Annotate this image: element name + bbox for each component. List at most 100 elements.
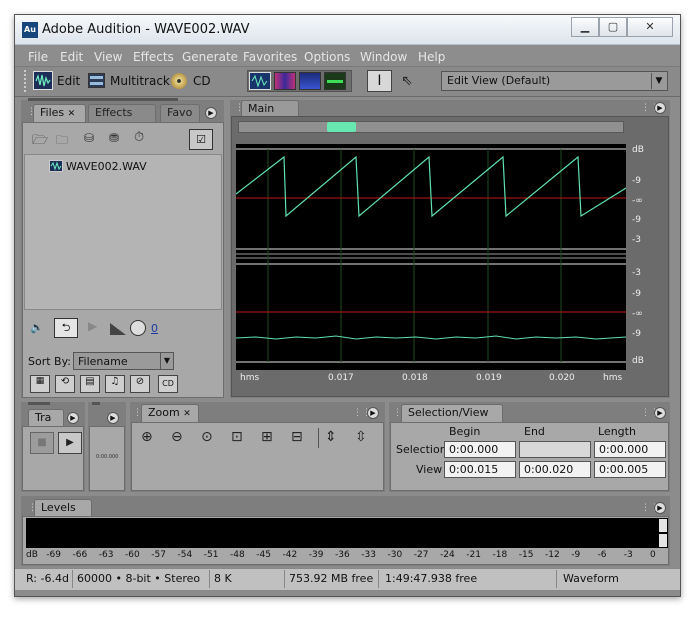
panel-menu-icon[interactable]: ▶ — [654, 102, 666, 114]
panel-menu-icon[interactable]: ▶ — [205, 107, 217, 119]
zoom-in-vertical-icon[interactable]: ⇕ — [325, 429, 337, 445]
zoom-in-icon[interactable]: ⊕ — [141, 429, 153, 445]
tab-transport-label: Tra — [35, 411, 52, 424]
filter-midi-icon[interactable]: ♫ — [105, 375, 125, 393]
panel-menu-icon[interactable]: ▶ — [367, 407, 379, 419]
menu-view[interactable]: View — [94, 50, 122, 64]
spectral-pan-icon[interactable] — [299, 72, 321, 90]
zoom-left-edge-icon[interactable]: ⊞ — [261, 429, 273, 445]
cd-icon[interactable] — [171, 73, 187, 89]
close-file-icon[interactable]: 🗀✕ — [56, 131, 74, 166]
multitrack-label[interactable]: Multitrack — [110, 74, 170, 88]
panel-menu-icon[interactable]: ▶ — [67, 412, 79, 424]
menu-options[interactable]: Options — [304, 50, 350, 64]
cd-label[interactable]: CD — [193, 74, 211, 88]
close-button[interactable]: ✕ — [627, 17, 673, 37]
edit-view-icon[interactable] — [33, 71, 53, 90]
view-begin-field[interactable]: 0:00.015 — [444, 461, 516, 478]
panel-menu-icon[interactable]: ▶ — [107, 412, 119, 424]
stop-icon[interactable]: ■ — [30, 432, 54, 454]
status-separator — [378, 570, 379, 588]
show-options-icon[interactable]: ☑ — [189, 129, 213, 150]
spectral-phase-icon[interactable] — [324, 72, 346, 90]
window-title: Adobe Audition - WAVE002.WAV — [42, 22, 250, 37]
volume-value[interactable]: 0 — [151, 322, 158, 335]
zoom-full-icon[interactable]: ⊙ — [201, 429, 213, 445]
level-tick-label: -51 — [203, 550, 219, 560]
waveform-view-icon[interactable] — [249, 72, 271, 90]
menu-file[interactable]: File — [28, 50, 48, 64]
filter-loop-icon[interactable]: ⟲ — [55, 375, 75, 393]
level-tick-label: -57 — [151, 550, 166, 560]
minimize-button[interactable]: ▁ — [571, 17, 599, 37]
zoom-out-icon[interactable]: ⊖ — [171, 429, 183, 445]
close-icon[interactable]: ✕ — [183, 409, 191, 419]
view-end-field[interactable]: 0:00.020 — [519, 461, 591, 478]
maximize-button[interactable]: ▢ — [599, 17, 627, 37]
autoplay-icon[interactable]: ⏱ — [134, 130, 152, 148]
tab-favorites[interactable]: Favo — [160, 104, 200, 122]
play-icon[interactable]: ▶ — [58, 432, 82, 454]
level-tick-label: -48 — [230, 550, 245, 560]
level-tick-label: -63 — [98, 550, 114, 560]
edit-view-label[interactable]: Edit — [57, 74, 80, 88]
tab-levels-label: Levels — [41, 501, 76, 514]
chevron-down-icon: ▼ — [160, 353, 173, 369]
zoom-out-vertical-icon[interactable]: ⇳ — [355, 429, 367, 445]
tab-selection-view[interactable]: Selection/View ✕ — [401, 404, 503, 432]
sort-by-label: Sort By: — [28, 355, 72, 368]
close-icon[interactable]: ✕ — [68, 109, 76, 119]
workspace-dropdown[interactable]: Edit View (Default) ▼ — [441, 71, 668, 91]
volume-knob[interactable] — [130, 320, 146, 336]
menu-edit[interactable]: Edit — [60, 50, 83, 64]
selection-length-field[interactable]: 0:00.000 — [594, 441, 666, 458]
spectral-frequency-icon[interactable] — [274, 72, 296, 90]
selection-begin-field[interactable]: 0:00.000 — [444, 441, 516, 458]
selection-end-field[interactable] — [519, 441, 591, 458]
toolbar-grip — [24, 70, 29, 92]
tab-files[interactable]: Files ✕ — [33, 104, 86, 122]
level-tick-label: dB — [26, 550, 38, 560]
open-file-icon[interactable]: 🗁 — [32, 131, 50, 148]
menu-help[interactable]: Help — [418, 50, 445, 64]
filter-video-icon[interactable]: ▤ — [80, 375, 100, 393]
time-ruler-label: hms — [240, 373, 260, 383]
zoom-divider — [318, 428, 319, 448]
file-item-name[interactable]: WAVE002.WAV — [66, 160, 147, 173]
multitrack-icon[interactable] — [88, 73, 105, 88]
filter-audio-icon[interactable]: ▦ — [30, 375, 50, 393]
level-meter — [26, 518, 668, 548]
level-tick-label: -69 — [46, 550, 61, 560]
menu-favorites[interactable]: Favorites — [243, 50, 297, 64]
waveform-display[interactable] — [235, 144, 627, 370]
tab-zoom[interactable]: Zoom ✕ — [141, 404, 199, 422]
tab-main[interactable]: Main — [241, 100, 299, 117]
tab-levels[interactable]: Levels ✕ — [34, 499, 92, 527]
tab-selection-label: Selection/View — [408, 406, 489, 419]
tab-effects[interactable]: Effects — [88, 104, 156, 122]
menu-window[interactable]: Window — [360, 50, 407, 64]
tab-main-label: Main — [248, 102, 275, 115]
marquee-selection-tool-icon[interactable]: ⇖ — [396, 71, 418, 91]
zoom-right-edge-icon[interactable]: ⊟ — [291, 429, 303, 445]
panel-menu-icon[interactable]: ▶ — [654, 502, 666, 514]
filter-eye-icon[interactable]: ⊘ — [130, 375, 150, 393]
tab-transport[interactable]: Tra — [28, 409, 64, 426]
zoom-selection-icon[interactable]: ⊡ — [231, 429, 243, 445]
view-length-field[interactable]: 0:00.005 — [594, 461, 666, 478]
overview-scroll-bar[interactable] — [238, 121, 624, 133]
overview-scroll-thumb[interactable] — [327, 122, 356, 132]
time-selection-tool-icon[interactable]: I — [367, 70, 392, 92]
speaker-icon[interactable]: 🔈 — [30, 321, 52, 337]
filter-cd-icon[interactable]: CD — [158, 375, 178, 393]
panel-menu-icon[interactable]: ▶ — [654, 407, 666, 419]
level-tick-label: -21 — [466, 550, 481, 560]
insert-multitrack-icon[interactable]: ⛁ — [84, 131, 102, 147]
menu-generate[interactable]: Generate — [182, 50, 238, 64]
loop-icon[interactable]: ⮌ — [54, 318, 78, 338]
insert-cd-list-icon[interactable]: ⛃ — [109, 131, 127, 147]
tab-files-label: Files — [40, 106, 65, 119]
menu-effects[interactable]: Effects — [133, 50, 174, 64]
sort-by-dropdown[interactable]: Filename ▼ — [73, 352, 174, 370]
play-icon[interactable]: ▶ — [88, 319, 97, 333]
